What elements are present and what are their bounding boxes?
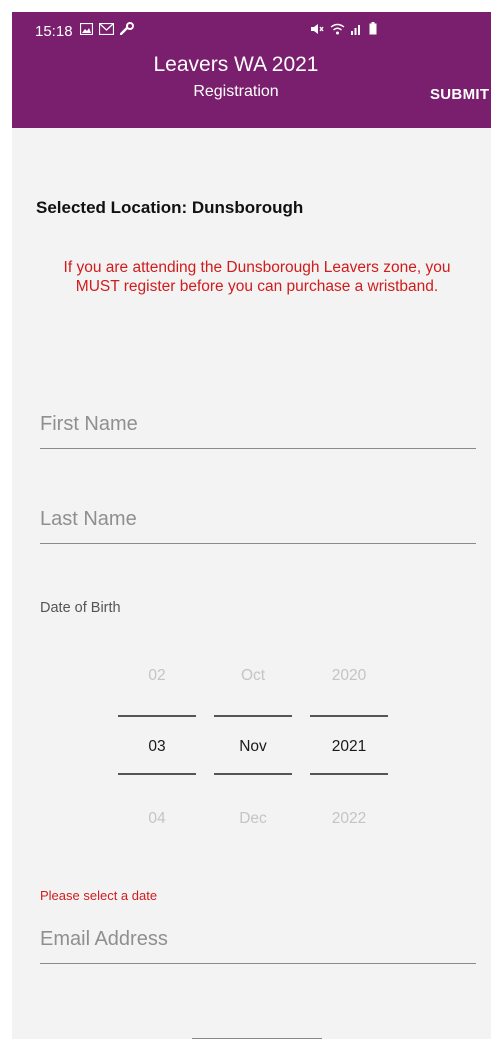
- last-name-underline: [40, 543, 476, 544]
- status-time: 15:18: [35, 23, 73, 40]
- first-name-field[interactable]: First Name: [40, 413, 476, 449]
- year-picker-column[interactable]: 2020 2021 2022: [310, 652, 388, 852]
- gallery-icon: [80, 22, 93, 35]
- submit-button[interactable]: SUBMIT: [430, 86, 489, 103]
- dob-label: Date of Birth: [40, 600, 121, 616]
- last-name-field[interactable]: Last Name: [40, 508, 476, 544]
- year-selected[interactable]: 2021: [310, 738, 388, 756]
- day-divider-top: [118, 715, 196, 717]
- first-name-underline: [40, 448, 476, 449]
- first-name-placeholder: First Name: [40, 413, 138, 435]
- email-placeholder: Email Address: [40, 928, 168, 950]
- year-next[interactable]: 2022: [310, 810, 388, 828]
- app-title-block: Leavers WA 2021 Registration: [12, 52, 491, 103]
- year-prev[interactable]: 2020: [310, 667, 388, 685]
- day-picker-column[interactable]: 02 03 04: [118, 652, 196, 852]
- month-next[interactable]: Dec: [214, 810, 292, 828]
- registration-warning: If you are attending the Dunsborough Lea…: [63, 259, 451, 295]
- last-name-placeholder: Last Name: [40, 508, 137, 530]
- wifi-icon: [330, 23, 345, 35]
- day-selected[interactable]: 03: [118, 738, 196, 756]
- day-prev[interactable]: 02: [118, 667, 196, 685]
- mute-icon: [310, 23, 324, 35]
- app-subtitle: Registration: [193, 83, 279, 100]
- year-divider-top: [310, 715, 388, 717]
- signal-icon: [351, 23, 363, 35]
- gmail-icon: [99, 22, 114, 35]
- day-next[interactable]: 04: [118, 810, 196, 828]
- wrench-icon: [120, 22, 134, 35]
- battery-icon: [369, 22, 377, 35]
- month-picker-column[interactable]: Oct Nov Dec: [214, 652, 292, 852]
- date-error: Please select a date: [40, 888, 158, 903]
- date-picker[interactable]: 02 03 04 Oct Nov Dec 2020 2021 2022: [12, 652, 491, 852]
- phone-screen: 15:18 Leavers WA 2021 Registration SUBMI…: [12, 12, 491, 1039]
- registration-form: Selected Location: Dunsborough If you ar…: [12, 128, 491, 1039]
- app-title: Leavers WA 2021: [153, 53, 319, 76]
- app-header: 15:18 Leavers WA 2021 Registration SUBMI…: [12, 12, 491, 128]
- email-field[interactable]: Email Address: [40, 928, 476, 964]
- year-divider-bottom: [310, 773, 388, 775]
- status-bar: 15:18: [12, 12, 491, 52]
- day-divider-bottom: [118, 773, 196, 775]
- email-underline: [40, 963, 476, 964]
- month-divider-bottom: [214, 773, 292, 775]
- system-icons: [310, 22, 377, 35]
- month-selected[interactable]: Nov: [214, 738, 292, 756]
- month-prev[interactable]: Oct: [214, 667, 292, 685]
- selected-location: Selected Location: Dunsborough: [36, 198, 304, 217]
- month-divider-top: [214, 715, 292, 717]
- notification-icons: [80, 22, 134, 35]
